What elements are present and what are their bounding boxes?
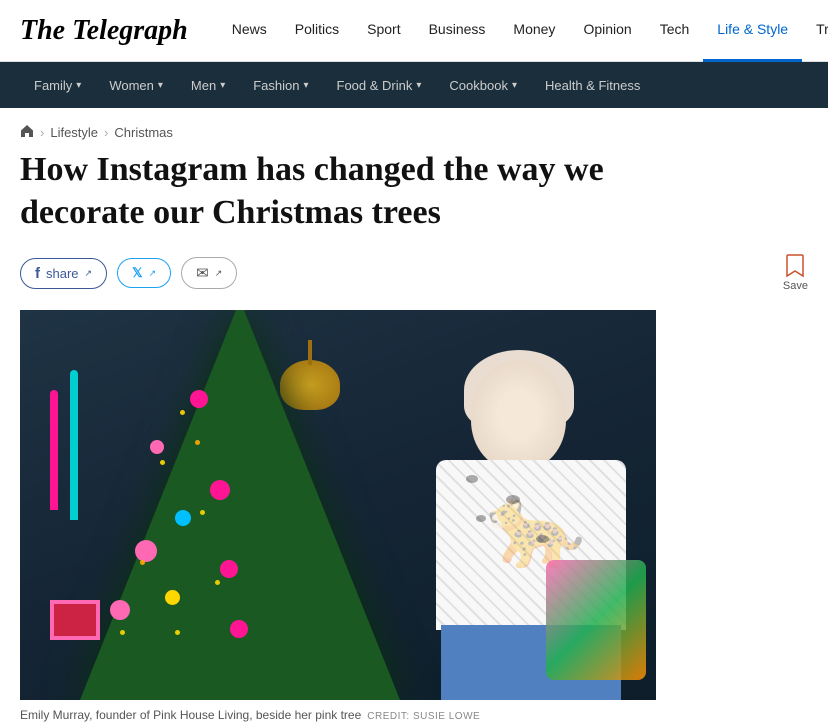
light-3 bbox=[200, 510, 205, 515]
light-4 bbox=[140, 560, 145, 565]
nav-lifestyle[interactable]: Life & Style bbox=[703, 0, 802, 62]
external-link-icon-3: ↗ bbox=[215, 268, 223, 279]
chevron-down-icon: ▾ bbox=[76, 80, 81, 91]
leopard-dot-2 bbox=[506, 495, 520, 504]
teal-candle bbox=[70, 370, 78, 520]
ornament-4 bbox=[175, 510, 191, 526]
nav-sport[interactable]: Sport bbox=[353, 0, 414, 62]
external-link-icon: ↗ bbox=[85, 268, 93, 279]
gift-box bbox=[50, 600, 100, 640]
twitter-icon: 𝕏 bbox=[132, 265, 142, 281]
chevron-down-icon: ▾ bbox=[512, 80, 517, 91]
breadcrumb: › Lifestyle › Christmas bbox=[0, 108, 828, 149]
nav-news[interactable]: News bbox=[218, 0, 281, 62]
ornament-5 bbox=[135, 540, 157, 562]
ornament-8 bbox=[110, 600, 130, 620]
site-logo[interactable]: The Telegraph bbox=[20, 15, 188, 47]
ornament-7 bbox=[165, 590, 180, 605]
breadcrumb-christmas: Christmas bbox=[114, 125, 173, 140]
breadcrumb-home-link[interactable] bbox=[20, 124, 34, 141]
chevron-down-icon: ▾ bbox=[303, 80, 308, 91]
subnav-health-fitness[interactable]: Health & Fitness bbox=[531, 62, 654, 108]
nav-business[interactable]: Business bbox=[415, 0, 500, 62]
ornament-6 bbox=[220, 560, 238, 578]
facebook-icon: f bbox=[35, 265, 40, 282]
share-twitter-button[interactable]: 𝕏 ↗ bbox=[117, 258, 171, 288]
nav-politics[interactable]: Politics bbox=[281, 0, 353, 62]
sub-nav: Family ▾ Women ▾ Men ▾ Fashion ▾ Food & … bbox=[0, 62, 828, 108]
pink-candle-1 bbox=[50, 390, 58, 510]
light-1 bbox=[180, 410, 185, 415]
leopard-dot-1 bbox=[466, 475, 478, 483]
leopard-dot-3 bbox=[476, 515, 486, 522]
ornament-3 bbox=[210, 480, 230, 500]
leopard-dot-4 bbox=[536, 535, 549, 543]
share-buttons: f share ↗ 𝕏 ↗ ✉ ↗ bbox=[20, 257, 237, 289]
top-nav: The Telegraph News Politics Sport Busine… bbox=[0, 0, 828, 62]
chevron-down-icon: ▾ bbox=[220, 80, 225, 91]
subnav-women[interactable]: Women ▾ bbox=[95, 62, 177, 108]
article-title: How Instagram has changed the way we dec… bbox=[20, 149, 680, 234]
subnav-men[interactable]: Men ▾ bbox=[177, 62, 239, 108]
bookmark-icon bbox=[785, 254, 805, 278]
external-link-icon-2: ↗ bbox=[149, 268, 157, 279]
ornament-2 bbox=[150, 440, 164, 454]
email-icon: ✉ bbox=[196, 264, 209, 282]
light-6 bbox=[175, 630, 180, 635]
top-nav-links: News Politics Sport Business Money Opini… bbox=[218, 0, 828, 62]
breadcrumb-separator-2: › bbox=[104, 125, 108, 140]
share-facebook-button[interactable]: f share ↗ bbox=[20, 258, 107, 289]
tropical-pillow bbox=[546, 560, 646, 680]
subnav-fashion[interactable]: Fashion ▾ bbox=[239, 62, 322, 108]
subnav-cookbook[interactable]: Cookbook ▾ bbox=[435, 62, 531, 108]
hero-image-container: Emily Murray, founder of Pink House Livi… bbox=[20, 310, 656, 722]
person-head bbox=[471, 360, 566, 470]
article: How Instagram has changed the way we dec… bbox=[0, 149, 828, 722]
hero-image bbox=[20, 310, 656, 700]
person-body bbox=[416, 330, 646, 700]
nav-travel[interactable]: Travel bbox=[802, 0, 828, 62]
light-2 bbox=[160, 460, 165, 465]
light-5 bbox=[215, 580, 220, 585]
nav-money[interactable]: Money bbox=[499, 0, 569, 62]
ornament-1 bbox=[190, 390, 208, 408]
image-caption: Emily Murray, founder of Pink House Livi… bbox=[20, 700, 656, 722]
subnav-food-drink[interactable]: Food & Drink ▾ bbox=[323, 62, 436, 108]
share-facebook-label: share bbox=[46, 266, 79, 281]
light-8 bbox=[195, 440, 200, 445]
share-email-button[interactable]: ✉ ↗ bbox=[181, 257, 237, 289]
light-7 bbox=[120, 630, 125, 635]
nav-tech[interactable]: Tech bbox=[646, 0, 704, 62]
ornament-9 bbox=[230, 620, 248, 638]
chevron-down-icon: ▾ bbox=[416, 80, 421, 91]
caption-text: Emily Murray, founder of Pink House Livi… bbox=[20, 708, 361, 722]
home-icon bbox=[20, 124, 34, 138]
nav-opinion[interactable]: Opinion bbox=[569, 0, 645, 62]
chevron-down-icon: ▾ bbox=[158, 80, 163, 91]
subnav-family[interactable]: Family ▾ bbox=[20, 62, 95, 108]
breadcrumb-separator: › bbox=[40, 125, 44, 140]
breadcrumb-lifestyle[interactable]: Lifestyle bbox=[50, 125, 98, 140]
share-save-row: f share ↗ 𝕏 ↗ ✉ ↗ Save bbox=[20, 254, 808, 292]
save-label: Save bbox=[783, 280, 808, 292]
christmas-tree bbox=[80, 310, 400, 700]
save-button[interactable]: Save bbox=[783, 254, 808, 292]
